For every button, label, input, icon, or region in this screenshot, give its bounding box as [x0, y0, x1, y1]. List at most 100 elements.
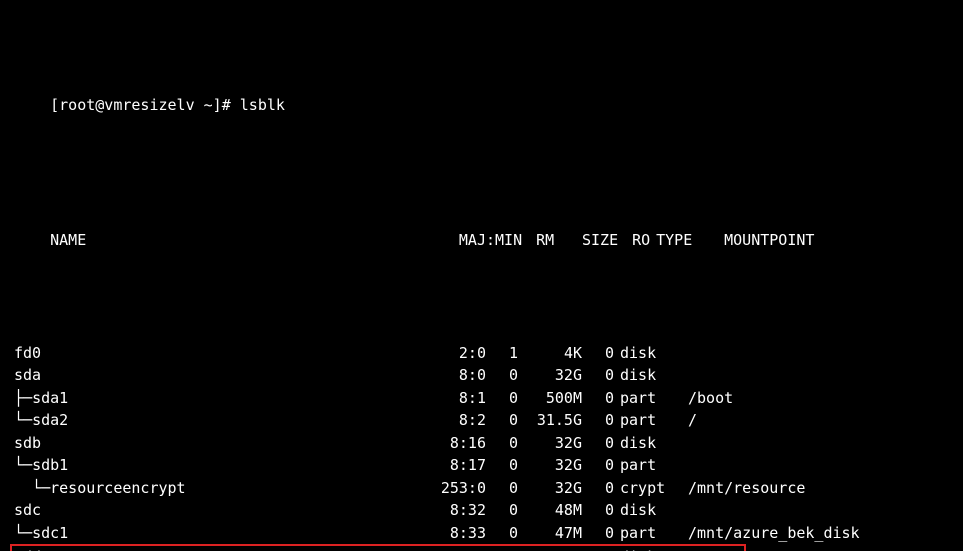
col-rm: 0 — [486, 499, 518, 522]
lsblk-header: NAMEMAJ:MINRMSIZEROTYPEMOUNTPOINT — [14, 207, 955, 275]
header-mountpoint: MOUNTPOINT — [716, 229, 814, 252]
col-size: 31.5G — [518, 409, 582, 432]
col-rm: 0 — [486, 409, 518, 432]
col-type: part — [614, 522, 680, 545]
header-size: SIZE — [554, 229, 618, 252]
col-majmin: 8:17 — [414, 454, 486, 477]
col-majmin: 253:0 — [414, 477, 486, 500]
col-size: 32G — [518, 432, 582, 455]
terminal[interactable]: [root@vmresizelv ~]# lsblk NAMEMAJ:MINRM… — [0, 0, 963, 551]
col-majmin: 8:2 — [414, 409, 486, 432]
col-majmin: 8:48 — [414, 546, 486, 551]
col-rm: 0 — [486, 454, 518, 477]
device-name: fd0 — [14, 344, 41, 362]
col-ro: 0 — [582, 432, 614, 455]
col-ro: 0 — [582, 546, 614, 551]
col-rm: 0 — [486, 432, 518, 455]
col-name: sdc1 — [14, 522, 414, 545]
col-name: sda — [14, 364, 414, 387]
col-mountpoint: /mnt/resource — [680, 477, 805, 500]
col-ro: 0 — [582, 409, 614, 432]
col-size: 5G — [518, 546, 582, 551]
col-type: disk — [614, 432, 680, 455]
col-majmin: 8:1 — [414, 387, 486, 410]
device-name: sdb — [14, 434, 41, 452]
device-name: sda2 — [32, 411, 68, 429]
col-name: sda1 — [14, 387, 414, 410]
col-majmin: 8:16 — [414, 432, 486, 455]
header-majmin: MAJ:MIN — [450, 229, 522, 252]
col-size: 4K — [518, 342, 582, 365]
device-row: sda18:10500M0part/boot — [14, 387, 955, 410]
device-row: sdb8:16032G0disk — [14, 432, 955, 455]
device-row: sdb18:17032G0part — [14, 454, 955, 477]
col-mountpoint: / — [680, 409, 697, 432]
device-name: resourceencrypt — [50, 479, 185, 497]
tree-branch-icon — [14, 411, 32, 429]
device-name: sdc1 — [32, 524, 68, 542]
device-row: sdc18:33047M0part/mnt/azure_bek_disk — [14, 522, 955, 545]
col-ro: 0 — [582, 522, 614, 545]
header-rm: RM — [522, 229, 554, 252]
col-ro: 0 — [582, 477, 614, 500]
col-name: resourceencrypt — [14, 477, 414, 500]
col-type: disk — [614, 499, 680, 522]
tree-branch-icon — [14, 524, 32, 542]
col-size: 500M — [518, 387, 582, 410]
tree-branch-icon — [14, 479, 50, 497]
device-name: sdb1 — [32, 456, 68, 474]
col-type: part — [614, 409, 680, 432]
tree-branch-icon — [14, 389, 32, 407]
col-name: sdc — [14, 499, 414, 522]
col-name: sdb1 — [14, 454, 414, 477]
col-type: part — [614, 387, 680, 410]
device-row: resourceencrypt253:0032G0crypt/mnt/resou… — [14, 477, 955, 500]
col-rm: 0 — [486, 477, 518, 500]
col-type: part — [614, 454, 680, 477]
col-size: 32G — [518, 364, 582, 387]
col-rm: 0 — [486, 522, 518, 545]
device-row: sda28:2031.5G0part/ — [14, 409, 955, 432]
header-type: TYPE — [650, 229, 716, 252]
col-size: 48M — [518, 499, 582, 522]
col-rm: 0 — [486, 387, 518, 410]
highlighted-rows: sdd8:4805G0disk8673c519-c5e4-44af-9b0f-f… — [10, 544, 746, 551]
command-text: lsblk — [240, 96, 285, 114]
col-majmin: 8:0 — [414, 364, 486, 387]
col-mountpoint: /mnt/azure_bek_disk — [680, 522, 860, 545]
col-rm: 1 — [486, 342, 518, 365]
prompt-line: [root@vmresizelv ~]# lsblk — [14, 72, 955, 140]
col-ro: 0 — [582, 342, 614, 365]
device-name: sda1 — [32, 389, 68, 407]
col-majmin: 8:33 — [414, 522, 486, 545]
col-rm: 0 — [486, 364, 518, 387]
device-row: sdd8:4805G0disk — [14, 546, 742, 551]
col-name: sdb — [14, 432, 414, 455]
col-size: 32G — [518, 477, 582, 500]
col-rm: 0 — [486, 546, 518, 551]
col-size: 47M — [518, 522, 582, 545]
col-name: sdd — [14, 546, 414, 551]
col-mountpoint: /boot — [680, 387, 733, 410]
col-ro: 0 — [582, 454, 614, 477]
header-ro: RO — [618, 229, 650, 252]
col-type: disk — [614, 546, 680, 551]
tree-branch-icon — [14, 456, 32, 474]
col-ro: 0 — [582, 387, 614, 410]
col-name: sda2 — [14, 409, 414, 432]
col-majmin: 2:0 — [414, 342, 486, 365]
col-type: disk — [614, 342, 680, 365]
device-row: sda8:0032G0disk — [14, 364, 955, 387]
device-row: fd0 2:014K0disk — [14, 342, 955, 365]
header-name: NAME — [50, 229, 450, 252]
col-type: disk — [614, 364, 680, 387]
lsblk-rows: fd02:014K0disksda8:0032G0disksda18:10500… — [14, 342, 955, 551]
col-ro: 0 — [582, 364, 614, 387]
device-name: sdc — [14, 501, 41, 519]
col-type: crypt — [614, 477, 680, 500]
col-ro: 0 — [582, 499, 614, 522]
shell-prompt: [root@vmresizelv ~]# — [50, 96, 240, 114]
device-row: sdc8:32048M0disk — [14, 499, 955, 522]
col-majmin: 8:32 — [414, 499, 486, 522]
device-name: sda — [14, 366, 41, 384]
